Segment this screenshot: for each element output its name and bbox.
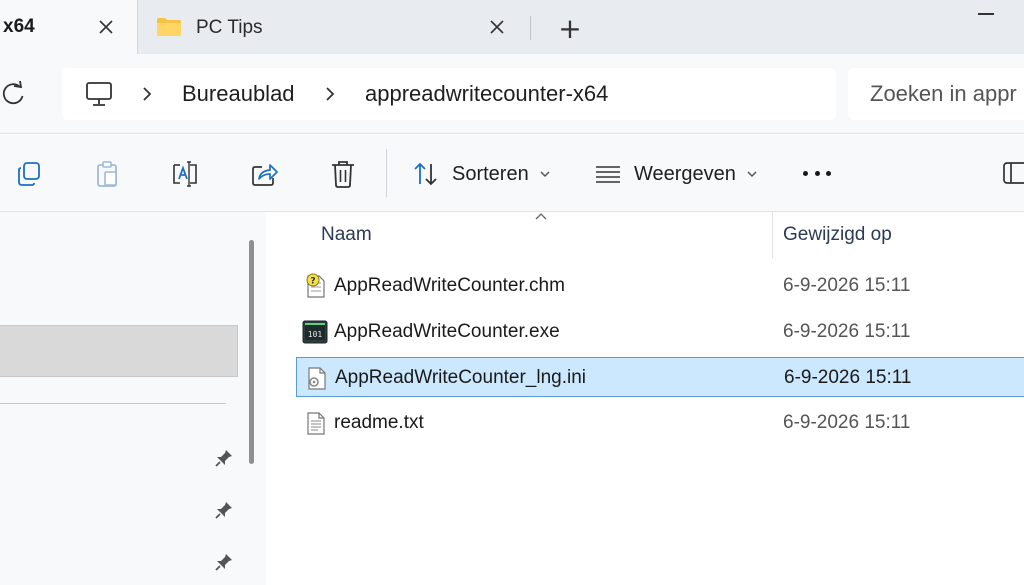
copy-icon[interactable] [14,159,44,189]
file-modified: 6-9-2026 15:11 [783,275,911,296]
view-label: Weergeven [634,162,736,185]
pin-icon[interactable] [214,500,234,520]
file-row-selected[interactable]: AppReadWriteCounter_lng.ini 6-9-2026 15:… [296,357,1024,397]
tab-current-folder[interactable]: x64 [0,0,138,54]
sort-arrows-icon [414,162,437,186]
more-options-button[interactable] [800,161,834,185]
delete-icon[interactable] [328,159,358,189]
navigation-pane [0,212,266,585]
tab-title: x64 [3,16,35,37]
list-view-icon [596,166,620,183]
file-row[interactable]: ? AppReadWriteCounter.chm 6-9-2026 15:11 [296,266,1024,306]
sort-label: Sorteren [452,162,529,185]
close-tab-icon[interactable] [483,13,511,41]
sort-button[interactable]: Sorteren [412,155,551,193]
paste-icon[interactable] [92,159,122,189]
nav-item-selected[interactable] [0,325,238,377]
ini-settings-file-icon [308,367,326,390]
file-modified: 6-9-2026 15:11 [783,412,911,433]
address-row: Bureaublad appreadwritecounter-x64 [0,54,1024,134]
search-box[interactable] [848,68,1024,120]
file-modified: 6-9-2026 15:11 [784,367,912,388]
tab-pc-tips[interactable]: PC Tips [148,0,528,54]
chevron-right-icon[interactable] [137,84,157,104]
svg-text:?: ? [310,277,315,287]
exe-application-icon: 101 [302,320,328,344]
breadcrumb-current-folder[interactable]: appreadwritecounter-x64 [365,81,608,107]
pin-icon[interactable] [214,552,234,572]
close-tab-icon[interactable] [92,13,120,41]
file-modified: 6-9-2026 15:11 [783,321,911,342]
file-name: AppReadWriteCounter.chm [334,275,565,296]
address-bar[interactable]: Bureaublad appreadwritecounter-x64 [62,68,836,120]
column-header-name[interactable]: Naam [321,224,372,246]
tab-strip: x64 PC Tips + [0,0,1024,54]
breadcrumb-bureaublad[interactable]: Bureaublad [182,81,295,107]
folder-icon [157,18,181,36]
text-file-icon [307,412,325,435]
rename-icon[interactable] [170,159,200,189]
column-divider[interactable] [772,212,773,258]
minimize-button[interactable] [972,8,1012,20]
file-row[interactable]: readme.txt 6-9-2026 15:11 [296,403,1024,443]
sort-ascending-icon [535,213,547,220]
file-name: AppReadWriteCounter_lng.ini [335,367,587,388]
this-pc-icon[interactable] [84,79,114,109]
command-bar: Sorteren Weergeven [0,135,1024,212]
view-button[interactable]: Weergeven [594,155,758,193]
column-header-modified[interactable]: Gewijzigd op [783,224,892,246]
dot-icon [803,170,808,176]
search-input[interactable] [870,81,1024,107]
dot-icon [826,170,831,176]
plus-icon: + [558,12,582,45]
details-pane-icon[interactable] [1002,161,1024,185]
refresh-icon[interactable] [0,80,28,108]
file-list: Naam Gewijzigd op ? AppReadWriteCounter.… [266,212,1024,585]
chevron-down-icon [747,171,757,178]
file-name: AppReadWriteCounter.exe [334,321,560,342]
tab-title: PC Tips [196,17,263,38]
chm-help-file-icon: ? [306,273,325,298]
tab-separator [530,16,531,40]
svg-text:101: 101 [308,330,323,339]
command-separator [386,149,387,197]
pin-icon[interactable] [214,448,234,468]
nav-scrollbar[interactable] [249,240,254,464]
chevron-right-icon[interactable] [320,84,340,104]
file-row[interactable]: 101 AppReadWriteCounter.exe 6-9-2026 15:… [296,312,1024,352]
file-name: readme.txt [334,412,424,433]
chevron-down-icon [540,171,550,178]
nav-divider [0,403,226,404]
share-icon[interactable] [250,159,280,189]
new-tab-button[interactable]: + [555,14,585,44]
dot-icon [814,170,820,176]
